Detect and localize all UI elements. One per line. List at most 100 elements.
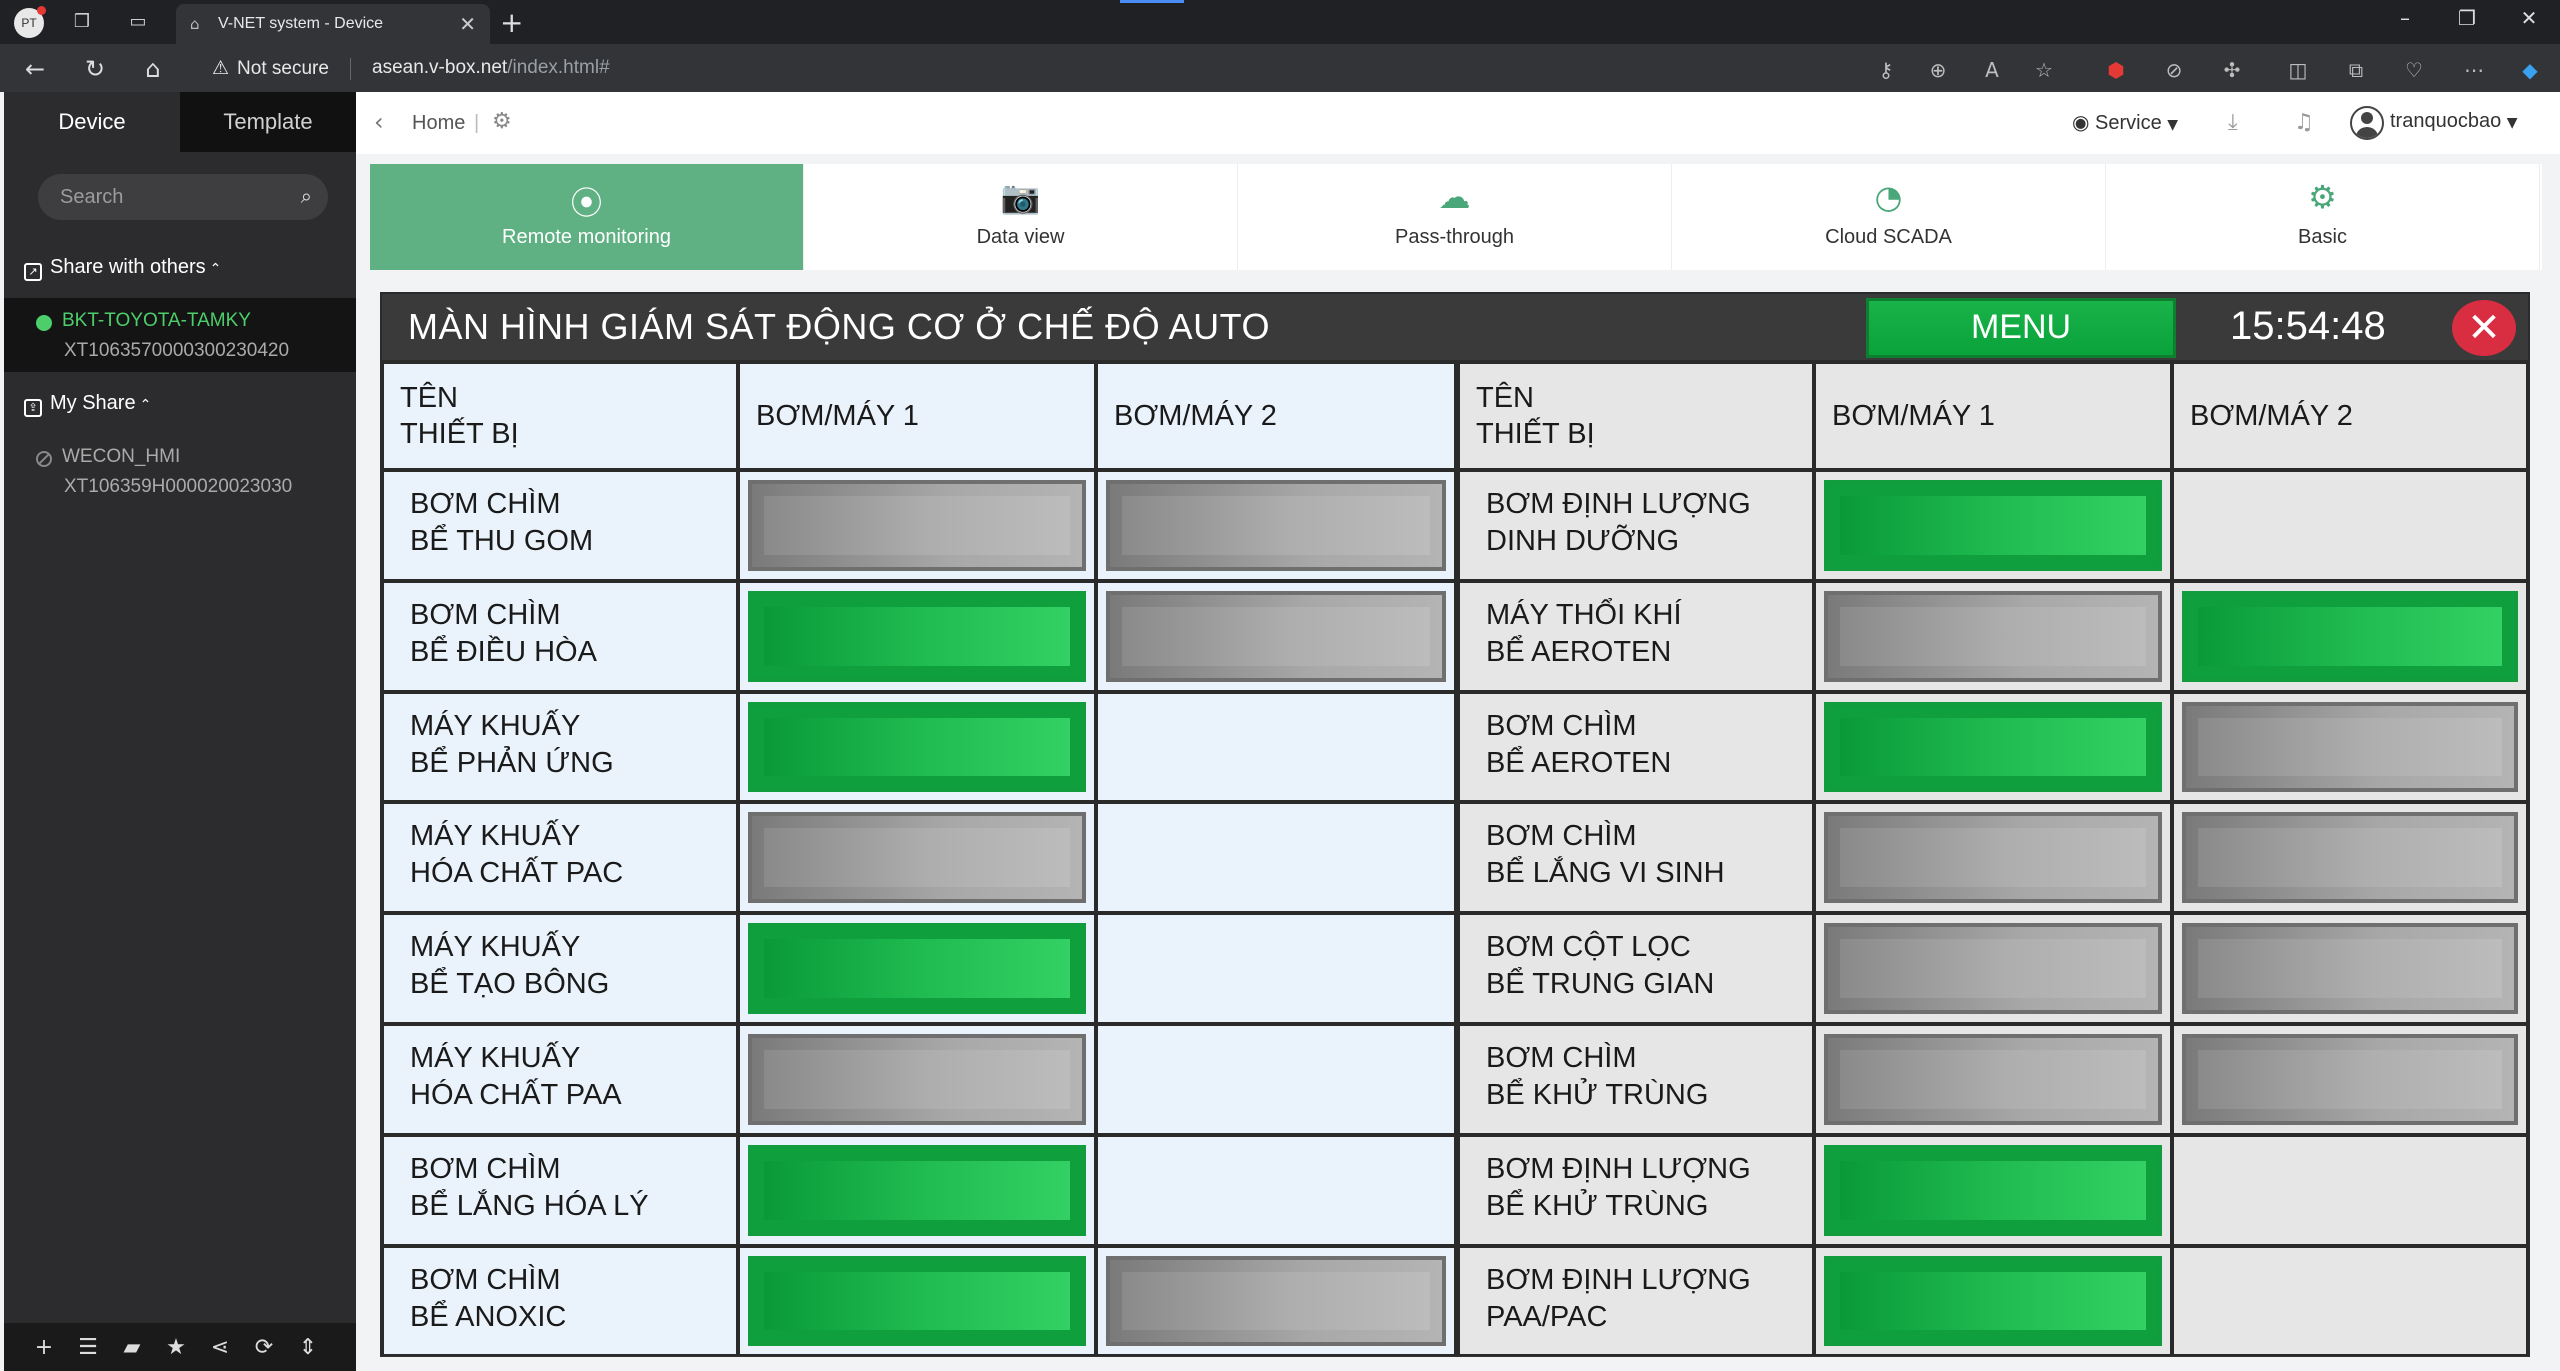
running-indicator	[748, 1255, 1086, 1347]
download-icon[interactable]: ⤓	[2228, 110, 2238, 135]
username: tranquocbao	[2390, 110, 2502, 132]
more-menu-icon[interactable]: ⋯	[2460, 56, 2488, 84]
running-indicator	[748, 701, 1086, 793]
window-close-icon[interactable]: ✕	[2504, 6, 2554, 30]
restore-icon[interactable]: ❐	[2442, 6, 2492, 30]
device-label-line2: BỂ AEROTEN	[1486, 635, 1672, 668]
device-item-bkt-toyota[interactable]: BKT-TOYOTA-TAMKY XT1063570000300230420	[4, 298, 356, 372]
running-indicator	[1824, 1144, 2162, 1236]
sort-icon[interactable]: ⇕	[294, 1335, 322, 1360]
url-field[interactable]: asean.v-box.net/index.html#	[372, 57, 610, 79]
status-cell	[1814, 691, 2172, 803]
tab-actions-icon[interactable]: ▭	[126, 10, 150, 34]
column-header-label: TÊN THIẾT BỊ	[400, 382, 519, 450]
column-header-label: BƠM/MÁY 2	[2190, 400, 2353, 432]
list-icon[interactable]: ☰	[74, 1335, 102, 1360]
device-name-cell: MÁY KHUẤY HÓA CHẤT PAA	[382, 1024, 738, 1135]
menu-button[interactable]: MENU	[1866, 298, 2176, 358]
status-cell	[2172, 1245, 2528, 1357]
status-cell	[1814, 470, 2172, 581]
notification-bell-icon[interactable]: ♫	[2294, 110, 2314, 135]
caret-down-icon: ▼	[2167, 117, 2179, 133]
stopped-indicator	[1106, 480, 1446, 571]
settings-gear-icon[interactable]: ⚙	[492, 109, 512, 134]
stopped-indicator	[1824, 1034, 2162, 1125]
my-share-header[interactable]: ⇪ My Share ⌃	[24, 392, 151, 417]
service-menu[interactable]: ◉ Service ▼	[2072, 110, 2178, 135]
sync-icon[interactable]: ⟳	[250, 1335, 278, 1360]
breadcrumb-separator: |	[474, 112, 480, 134]
breadcrumb-home[interactable]: Home	[412, 112, 465, 135]
url-host: asean.v-box.net	[372, 57, 508, 78]
status-cell	[738, 802, 1096, 914]
tab-template[interactable]: Template	[180, 92, 356, 152]
stopped-indicator	[2182, 701, 2518, 793]
search-input[interactable]	[60, 184, 270, 210]
read-aloud-icon[interactable]: A	[1978, 56, 2006, 84]
back-chevron-icon[interactable]: ‹	[374, 108, 384, 136]
column-header-label: BƠM/MÁY 1	[1832, 400, 1995, 432]
browser-essentials-icon[interactable]: ♡	[2400, 56, 2428, 84]
device-label-line1: BƠM CHÌM	[410, 1152, 561, 1185]
device-label-line1: BƠM ĐỊNH LƯỢNG	[1486, 1152, 1751, 1185]
tab-data-view[interactable]: 📷 Data view	[804, 164, 1238, 270]
tab-remote-monitoring[interactable]: ⦿ Remote monitoring	[370, 164, 804, 270]
collections-icon[interactable]: ⧉	[2342, 56, 2370, 84]
split-screen-icon[interactable]: ◫	[2284, 56, 2312, 84]
refresh-icon[interactable]: ↻	[80, 54, 110, 84]
key-icon[interactable]: ⚷	[1872, 56, 1900, 84]
status-cell	[1096, 1245, 1456, 1357]
star-icon[interactable]: ★	[162, 1335, 190, 1360]
extension-compass-icon[interactable]: ⊘	[2160, 56, 2188, 84]
user-menu[interactable]: tranquocbao ▼	[2390, 110, 2518, 133]
status-cell	[2172, 470, 2528, 581]
device-sidebar: Device Template ⌕ ↗Share with others⌃ BK…	[4, 92, 356, 1371]
search-icon[interactable]: ⌕	[301, 184, 312, 208]
right-status-table: TÊN THIẾT BỊ BƠM/MÁY 1 BƠM/MÁY 2 BƠM ĐỊNH L…	[1458, 362, 2528, 1357]
left-status-table: TÊN THIẾT BỊ BƠM/MÁY 1 BƠM/MÁY 2 BƠM CHÌM BỂ…	[382, 362, 1456, 1357]
extensions-puzzle-icon[interactable]: ✣	[2218, 56, 2246, 84]
column-header: BƠM/MÁY 2	[1096, 362, 1456, 470]
status-cell	[738, 913, 1096, 1024]
security-indicator[interactable]: ⚠ Not secure	[212, 57, 329, 80]
running-indicator	[748, 923, 1086, 1014]
new-tab-icon[interactable]: +	[500, 6, 523, 39]
device-label-line1: BƠM CHÌM	[1486, 820, 1637, 853]
home-icon[interactable]: ⌂	[138, 54, 168, 84]
device-serial: XT106359H000020023030	[64, 476, 293, 497]
device-name-cell: BƠM ĐỊNH LƯỢNG PAA/PAC	[1458, 1245, 1814, 1357]
hmi-title-bar: MÀN HÌNH GIÁM SÁT ĐỘNG CƠ Ở CHẾ ĐỘ AUTO …	[382, 294, 2528, 360]
zoom-icon[interactable]: ⊕	[1924, 56, 1952, 84]
workspaces-icon[interactable]: ❒	[70, 10, 94, 34]
device-label-line1: BƠM CHÌM	[1486, 709, 1637, 742]
minimize-icon[interactable]: –	[2380, 6, 2430, 30]
back-icon[interactable]: ←	[20, 54, 50, 84]
tab-cloud-scada[interactable]: ◔ Cloud SCADA	[1672, 164, 2106, 270]
tab-device[interactable]: Device	[4, 92, 180, 152]
device-label-line2: BỂ TẠO BÔNG	[410, 968, 610, 1001]
close-x-icon[interactable]: ✕	[2452, 300, 2516, 356]
add-icon[interactable]: +	[30, 1335, 58, 1360]
device-item-wecon-hmi[interactable]: WECON_HMI XT106359H000020023030	[4, 434, 356, 508]
tab-pass-through[interactable]: ☁ Pass-through	[1238, 164, 1672, 270]
device-label-line2: BỂ PHẢN ỨNG	[410, 746, 614, 779]
close-tab-icon[interactable]: ✕	[459, 12, 476, 36]
device-label-line2: BỂ TRUNG GIAN	[1486, 968, 1715, 1001]
copilot-icon[interactable]: ◆	[2516, 56, 2544, 84]
folder-icon[interactable]: ▰	[118, 1335, 146, 1360]
running-indicator	[748, 1144, 1086, 1236]
column-header-label: BƠM/MÁY 1	[756, 400, 919, 432]
column-header-label: TÊN THIẾT BỊ	[1476, 382, 1595, 450]
device-name-cell: BƠM CHÌM BỂ AEROTEN	[1458, 691, 1814, 803]
extension-red-icon[interactable]: ⬢	[2102, 56, 2130, 84]
favorite-star-icon[interactable]: ☆	[2030, 56, 2058, 84]
tab-basic[interactable]: ⚙ Basic	[2106, 164, 2540, 270]
share-icon: ⇪	[24, 399, 42, 417]
tab-label: Basic	[2298, 226, 2347, 248]
share-with-others-header[interactable]: ↗ Share with others ⌃	[24, 256, 221, 281]
browser-tab[interactable]: ⌂ V-NET system - Device ✕	[176, 4, 490, 44]
status-cell	[1814, 802, 2172, 914]
user-avatar[interactable]	[2350, 106, 2384, 140]
share-nodes-icon[interactable]: ⋖	[206, 1335, 234, 1360]
profile-avatar[interactable]: PT	[14, 6, 46, 38]
